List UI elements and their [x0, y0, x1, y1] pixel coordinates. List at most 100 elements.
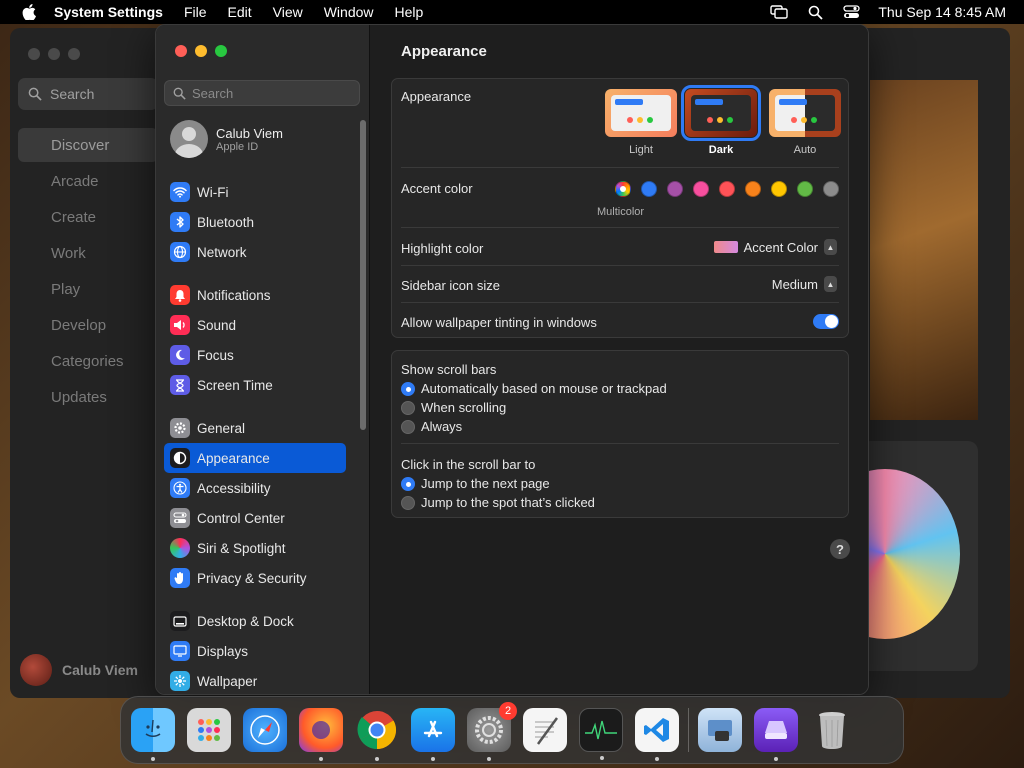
dock: 2: [120, 696, 904, 764]
accent-swatch-graphite[interactable]: [823, 181, 839, 197]
bg-nav-develop[interactable]: Develop: [18, 308, 158, 342]
dock-app-store[interactable]: [411, 708, 455, 761]
dock-finder[interactable]: [131, 708, 175, 761]
sidebar-item-label: Focus: [197, 347, 234, 363]
sidebar-item-accessibility[interactable]: Accessibility: [164, 473, 346, 503]
accent-swatch-purple[interactable]: [667, 181, 683, 197]
sidebar-item-wifi[interactable]: Wi-Fi: [164, 177, 346, 207]
control-center-icon[interactable]: [842, 4, 860, 20]
sidebar-search[interactable]: [164, 80, 360, 106]
sidebar-item-control-center[interactable]: Control Center: [164, 503, 346, 533]
menu-view[interactable]: View: [273, 4, 303, 20]
dock-firefox[interactable]: [299, 708, 343, 761]
bg-nav-work[interactable]: Work: [18, 236, 158, 270]
accent-swatch-orange[interactable]: [745, 181, 761, 197]
dock-textedit[interactable]: [523, 708, 567, 752]
appearance-light-label[interactable]: Light: [605, 144, 677, 156]
bg-nav-create[interactable]: Create: [18, 200, 158, 234]
radio-button[interactable]: [401, 495, 415, 510]
sidebar-item-focus[interactable]: Focus: [164, 340, 346, 370]
divider: [401, 302, 839, 303]
scroll-bars-option-automatic[interactable]: Automatically based on mouse or trackpad: [401, 381, 667, 396]
apple-icon[interactable]: [18, 4, 40, 20]
sidebar-item-notifications[interactable]: Notifications: [164, 280, 346, 310]
dock-chrome[interactable]: [355, 708, 399, 761]
click-option-next-page[interactable]: Jump to the next page: [401, 476, 550, 491]
menu-bar-clock[interactable]: Thu Sep 14 8:45 AM: [878, 4, 1006, 20]
accent-swatch-red[interactable]: [719, 181, 735, 197]
sidebar-item-displays[interactable]: Displays: [164, 636, 346, 666]
featured-card[interactable]: [860, 441, 978, 671]
sidebar-icon-size-popup[interactable]: Medium ▲: [772, 276, 837, 292]
accessibility-icon: [170, 478, 190, 498]
background-search-field[interactable]: Search: [18, 78, 158, 110]
menu-window[interactable]: Window: [324, 4, 374, 20]
menu-help[interactable]: Help: [395, 4, 424, 20]
sidebar-item-bluetooth[interactable]: Bluetooth: [164, 207, 346, 237]
sidebar-item-siri-spotlight[interactable]: Siri & Spotlight: [164, 533, 346, 563]
radio-button[interactable]: [401, 419, 415, 434]
sidebar-item-wallpaper[interactable]: Wallpaper: [164, 666, 346, 694]
dock-activity-monitor[interactable]: [579, 708, 623, 760]
sidebar-item-network[interactable]: Network: [164, 237, 346, 267]
dock-vscode[interactable]: [635, 708, 679, 761]
sidebar-item-general[interactable]: General: [164, 413, 346, 443]
dock-trash[interactable]: [810, 708, 854, 752]
accent-swatch-green[interactable]: [797, 181, 813, 197]
gear-icon: [170, 418, 190, 438]
background-user[interactable]: Calub Viem: [20, 654, 138, 686]
menu-file[interactable]: File: [184, 4, 207, 20]
bell-icon: [170, 285, 190, 305]
bg-nav-updates[interactable]: Updates: [18, 380, 158, 414]
sidebar-item-label: Control Center: [197, 510, 285, 526]
featured-artwork[interactable]: [870, 80, 978, 420]
radio-button[interactable]: [401, 476, 415, 491]
appearance-label: Appearance: [401, 89, 472, 104]
dock-storage-app[interactable]: [754, 708, 798, 761]
appearance-auto-label[interactable]: Auto: [769, 144, 841, 156]
menu-edit[interactable]: Edit: [228, 4, 252, 20]
bluetooth-icon: [170, 212, 190, 232]
dock-system-settings[interactable]: 2: [467, 702, 517, 761]
minimize-button[interactable]: [195, 45, 207, 57]
appearance-dark-label[interactable]: Dark: [685, 144, 757, 156]
highlight-color-popup[interactable]: Accent Color ▲: [713, 239, 837, 255]
sidebar-item-desktop-dock[interactable]: Desktop & Dock: [164, 606, 346, 636]
close-button[interactable]: [175, 45, 187, 57]
sidebar-item-label: Siri & Spotlight: [197, 540, 286, 556]
accent-swatch-blue[interactable]: [641, 181, 657, 197]
appearance-dark-option[interactable]: [681, 85, 761, 141]
click-option-spot-clicked[interactable]: Jump to the spot that’s clicked: [401, 495, 595, 510]
sidebar-scrollbar[interactable]: [360, 120, 366, 430]
chrome-icon: [357, 711, 397, 750]
help-button[interactable]: ?: [830, 539, 850, 559]
appearance-light-option[interactable]: [605, 89, 677, 137]
radio-button[interactable]: [401, 400, 415, 415]
search-input[interactable]: [192, 85, 352, 101]
bg-nav-play[interactable]: Play: [18, 272, 158, 306]
radio-button[interactable]: [401, 381, 415, 396]
accent-swatch-multicolor[interactable]: [615, 181, 631, 197]
bg-nav-categories[interactable]: Categories: [18, 344, 158, 378]
dock-preview-document[interactable]: [698, 708, 742, 752]
zoom-button[interactable]: [215, 45, 227, 57]
scroll-bars-option-when-scrolling[interactable]: When scrolling: [401, 400, 506, 415]
wallpaper-tinting-toggle[interactable]: [813, 314, 839, 329]
scroll-bars-option-always[interactable]: Always: [401, 419, 462, 434]
appearance-auto-option[interactable]: [769, 89, 841, 137]
sidebar-item-sound[interactable]: Sound: [164, 310, 346, 340]
sidebar-item-label: Bluetooth: [197, 214, 255, 230]
menu-app-name[interactable]: System Settings: [54, 4, 163, 20]
apple-id-profile[interactable]: Calub Viem Apple ID: [164, 117, 346, 161]
sidebar-item-privacy-security[interactable]: Privacy & Security: [164, 563, 346, 593]
bg-nav-discover[interactable]: Discover: [18, 128, 158, 162]
spotlight-search-icon[interactable]: [806, 4, 824, 20]
sidebar-item-screen-time[interactable]: Screen Time: [164, 370, 346, 400]
screen-mirroring-icon[interactable]: [770, 4, 789, 20]
accent-swatch-yellow[interactable]: [771, 181, 787, 197]
bg-nav-arcade[interactable]: Arcade: [18, 164, 158, 198]
dock-safari[interactable]: [243, 708, 287, 752]
sidebar-item-appearance[interactable]: Appearance: [164, 443, 346, 473]
dock-launchpad[interactable]: [187, 708, 231, 752]
accent-swatch-pink[interactable]: [693, 181, 709, 197]
